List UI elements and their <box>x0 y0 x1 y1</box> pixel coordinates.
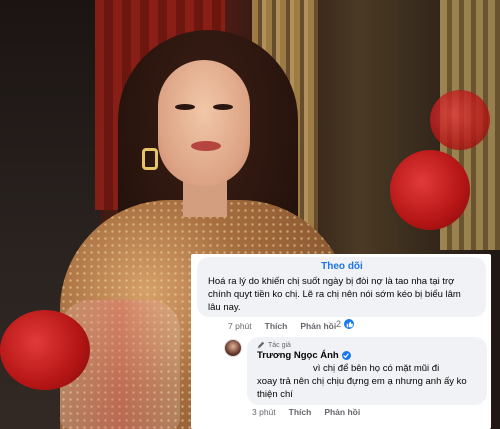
photo-rose <box>390 150 470 230</box>
comment-text: Hoá ra lý do khiến chị suốt ngày bị đòi … <box>208 276 461 313</box>
photo-rose <box>0 310 90 390</box>
photo-earring <box>142 148 158 170</box>
reply-text-line1: vì chị để bên họ có mặt mũi đi <box>313 363 440 374</box>
comment-bubble: Theo dõi Hoá ra lý do khiến chị suốt ngà… <box>197 257 486 317</box>
photo-woman-face <box>158 60 250 186</box>
follow-button[interactable]: Theo dõi <box>208 261 476 272</box>
comment-thread: Theo dõi Hoá ra lý do khiến chị suốt ngà… <box>191 254 491 429</box>
reply-actions: 3 phút Thích Phản hồi <box>252 407 360 417</box>
pen-icon <box>257 341 265 349</box>
reply-text-rest: xoay trả nên chị chịu đựng em ạ nhưng an… <box>257 376 467 400</box>
comment-timestamp[interactable]: 7 phút <box>228 321 252 331</box>
reply-timestamp[interactable]: 3 phút <box>252 407 276 417</box>
comment-actions: 7 phút Thích Phản hồi <box>228 321 336 331</box>
avatar[interactable] <box>224 339 242 357</box>
photo-eye <box>175 104 195 110</box>
reaction-count: 2 <box>336 319 342 329</box>
verified-badge-icon <box>341 351 351 360</box>
photo-lips <box>191 141 221 151</box>
reply-button[interactable]: Phản hồi <box>300 321 336 331</box>
reply-bubble: Tác giả Trương Ngọc Ánh vì chị để bên họ… <box>247 337 487 405</box>
like-button[interactable]: Thích <box>289 407 312 417</box>
photo-eye <box>213 104 233 110</box>
reaction-summary[interactable]: 2 <box>336 318 356 330</box>
author-name-row: Trương Ngọc Ánh <box>257 350 477 361</box>
author-badge: Tác giả <box>257 341 477 349</box>
reply-text: vì chị để bên họ có mặt mũi đi xoay trả … <box>257 362 477 401</box>
author-name[interactable]: Trương Ngọc Ánh <box>257 350 339 361</box>
author-badge-label: Tác giả <box>268 341 291 349</box>
like-button[interactable]: Thích <box>265 321 288 331</box>
like-icon <box>343 318 356 330</box>
photo-rose <box>430 90 490 150</box>
reply-button[interactable]: Phản hồi <box>324 407 360 417</box>
